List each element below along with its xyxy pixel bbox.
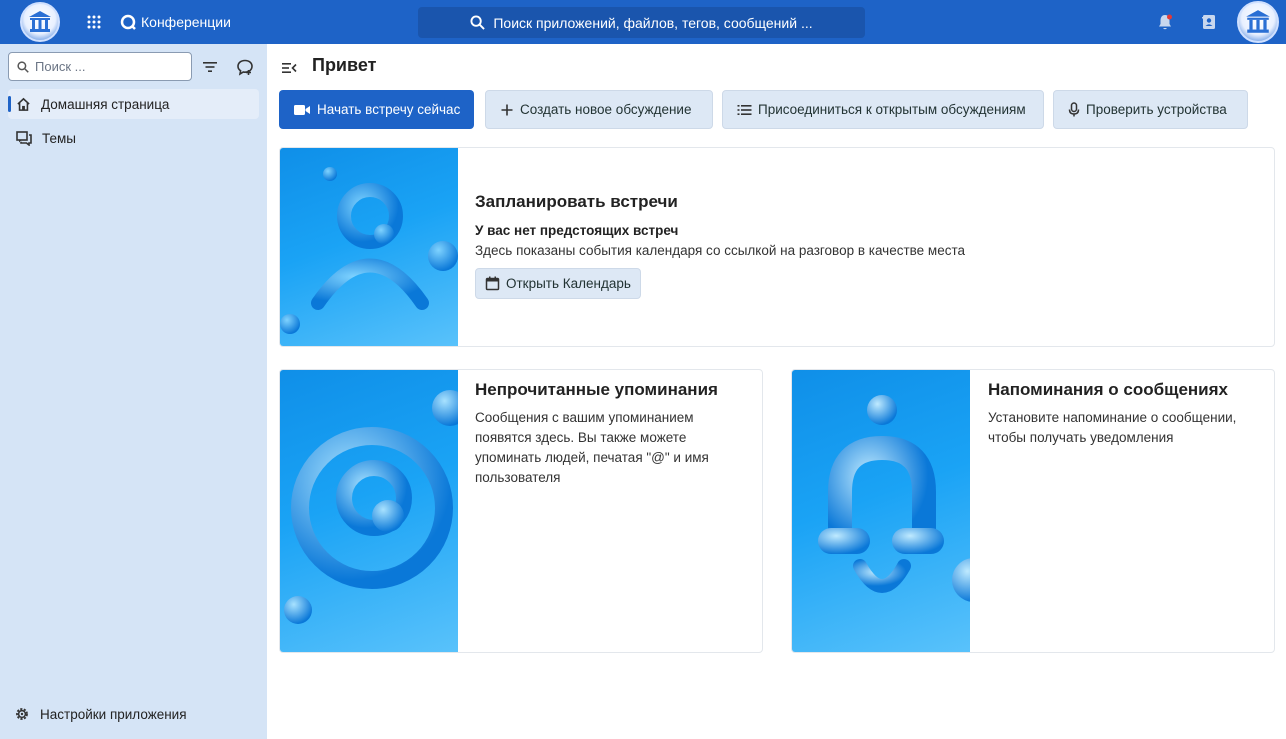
global-search-input[interactable]: Поиск приложений, файлов, тегов, сообщен… — [418, 7, 865, 38]
new-conversation-label: Создать новое обсуждение — [520, 102, 692, 117]
check-devices-label: Проверить устройства — [1086, 102, 1227, 117]
institution-avatar-icon — [1246, 10, 1270, 33]
threads-icon — [16, 130, 32, 146]
top-bar: Конференции Поиск приложений, файлов, те… — [0, 0, 1286, 44]
gear-icon — [16, 708, 28, 720]
conversation-search-input[interactable]: Поиск ... — [8, 52, 192, 81]
plus-icon — [501, 104, 513, 115]
logo[interactable] — [20, 2, 60, 42]
microphone-icon — [1068, 102, 1080, 117]
schedule-card-title: Запланировать встречи — [475, 192, 678, 211]
app-name-label: Конференции — [141, 14, 231, 30]
unread-mentions-card: Непрочитанные упоминания Сообщения с ваш… — [279, 369, 763, 653]
app-settings-link[interactable]: Настройки приложения — [14, 706, 187, 722]
sidebar-item-label: Домашняя страница — [41, 96, 170, 112]
sidebar-item-home[interactable]: Домашняя страница — [8, 89, 259, 119]
reminders-illustration — [792, 370, 970, 652]
global-search-placeholder: Поиск приложений, файлов, тегов, сообщен… — [493, 14, 813, 31]
schedule-card-text: Здесь показаны события календаря со ссыл… — [475, 243, 966, 258]
filter-icon[interactable] — [202, 59, 218, 75]
calendar-icon — [485, 276, 500, 291]
schedule-meetings-card: Запланировать встречи У вас нет предстоя… — [279, 147, 1275, 347]
join-open-conversations-button[interactable]: Присоединиться к открытым обсуждениям — [722, 90, 1044, 129]
search-icon — [470, 15, 486, 30]
home-icon — [17, 97, 30, 111]
sidebar-item-label: Темы — [42, 130, 76, 146]
reminders-card-text: Установите напоминание о сообщении, чтоб… — [988, 410, 1237, 445]
check-devices-button[interactable]: Проверить устройства — [1053, 90, 1248, 129]
join-open-label: Присоединиться к открытым обсуждениям — [758, 102, 1026, 117]
mentions-illustration — [280, 370, 458, 652]
institution-logo-icon — [29, 11, 51, 32]
start-meeting-button[interactable]: Начать встречу сейчас — [279, 90, 474, 129]
collapse-sidebar-icon[interactable] — [281, 60, 297, 76]
reminders-card-title: Напоминания о сообщениях — [988, 380, 1228, 399]
contacts-icon[interactable] — [1200, 13, 1218, 31]
search-icon — [17, 60, 29, 73]
sidebar-item-threads[interactable]: Темы — [8, 123, 259, 153]
notifications-bell-icon[interactable] — [1156, 13, 1174, 31]
conversation-search-placeholder: Поиск ... — [35, 59, 86, 74]
talk-icon — [120, 14, 136, 30]
schedule-illustration — [280, 148, 458, 346]
page-title: Привет — [312, 55, 377, 75]
open-calendar-button[interactable]: Открыть Календарь — [475, 268, 641, 299]
start-meeting-label: Начать встречу сейчас — [317, 102, 461, 117]
open-calendar-label: Открыть Календарь — [506, 276, 631, 291]
new-conversation-button[interactable]: Создать новое обсуждение — [485, 90, 713, 129]
mentions-card-title: Непрочитанные упоминания — [475, 380, 718, 399]
mentions-card-text: Сообщения с вашим упоминанием появятся з… — [475, 410, 709, 485]
new-conversation-icon[interactable] — [236, 58, 254, 76]
app-settings-label: Настройки приложения — [40, 706, 187, 722]
list-icon — [737, 104, 752, 115]
apps-grid-icon[interactable] — [86, 14, 102, 30]
user-avatar[interactable] — [1237, 1, 1279, 43]
schedule-card-subtitle: У вас нет предстоящих встреч — [475, 223, 679, 238]
video-camera-icon — [294, 104, 310, 115]
message-reminders-card: Напоминания о сообщениях Установите напо… — [791, 369, 1275, 653]
app-name-link[interactable]: Конференции — [120, 13, 231, 31]
sidebar: Поиск ... Домашняя страница Темы Настрой… — [0, 44, 267, 739]
